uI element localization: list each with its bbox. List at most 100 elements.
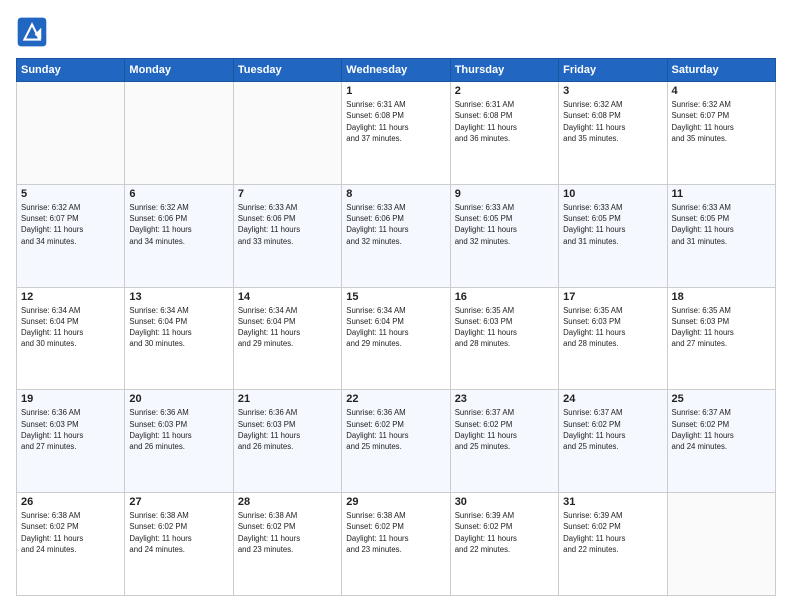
- calendar-cell: 21 Sunrise: 6:36 AMSunset: 6:03 PMDayligh…: [233, 390, 341, 493]
- day-content: Sunrise: 6:33 AMSunset: 6:06 PMDaylight:…: [346, 202, 445, 247]
- calendar-cell: 22 Sunrise: 6:36 AMSunset: 6:02 PMDayligh…: [342, 390, 450, 493]
- day-number: 30: [455, 496, 554, 508]
- calendar-cell: 31Sunrise: 6:39 AMSunset: 6:02 PMDayligh…: [559, 493, 667, 596]
- day-number: 27: [129, 496, 228, 508]
- day-number: 21: [238, 393, 337, 405]
- calendar-cell: 3 Sunrise: 6:32 AMSunset: 6:08 PMDaylight…: [559, 82, 667, 185]
- day-content: Sunrise: 6:36 AMSunset: 6:03 PMDaylight:…: [238, 407, 337, 452]
- day-content: Sunrise: 6:36 AMSunset: 6:02 PMDaylight:…: [346, 407, 445, 452]
- header-cell-tuesday: Tuesday: [233, 59, 341, 82]
- calendar-cell: 16 Sunrise: 6:35 AMSunset: 6:03 PMDayligh…: [450, 287, 558, 390]
- day-number: 19: [21, 393, 120, 405]
- calendar-cell: 4 Sunrise: 6:32 AMSunset: 6:07 PMDaylight…: [667, 82, 775, 185]
- calendar-cell: 6 Sunrise: 6:32 AMSunset: 6:06 PMDaylight…: [125, 184, 233, 287]
- day-content: Sunrise: 6:37 AMSunset: 6:02 PMDaylight:…: [672, 407, 771, 452]
- page: SundayMondayTuesdayWednesdayThursdayFrid…: [0, 0, 792, 612]
- day-content: Sunrise: 6:33 AMSunset: 6:06 PMDaylight:…: [238, 202, 337, 247]
- day-content: Sunrise: 6:36 AMSunset: 6:03 PMDaylight:…: [21, 407, 120, 452]
- day-number: 24: [563, 393, 662, 405]
- calendar-week-1: 1 Sunrise: 6:31 AMSunset: 6:08 PMDaylight…: [17, 82, 776, 185]
- day-content: Sunrise: 6:31 AMSunset: 6:08 PMDaylight:…: [455, 99, 554, 144]
- calendar-cell: 27 Sunrise: 6:38 AMSunset: 6:02 PMDayligh…: [125, 493, 233, 596]
- calendar-cell: 25 Sunrise: 6:37 AMSunset: 6:02 PMDayligh…: [667, 390, 775, 493]
- day-content: Sunrise: 6:38 AMSunset: 6:02 PMDaylight:…: [238, 510, 337, 555]
- day-number: 12: [21, 291, 120, 303]
- header-cell-friday: Friday: [559, 59, 667, 82]
- day-content: Sunrise: 6:37 AMSunset: 6:02 PMDaylight:…: [455, 407, 554, 452]
- day-number: 28: [238, 496, 337, 508]
- day-content: Sunrise: 6:32 AMSunset: 6:07 PMDaylight:…: [21, 202, 120, 247]
- calendar-cell: 15Sunrise: 6:34 AMSunset: 6:04 PMDayligh…: [342, 287, 450, 390]
- calendar-cell: 5 Sunrise: 6:32 AMSunset: 6:07 PMDaylight…: [17, 184, 125, 287]
- day-number: 16: [455, 291, 554, 303]
- day-content: Sunrise: 6:35 AMSunset: 6:03 PMDaylight:…: [563, 305, 662, 350]
- day-number: 22: [346, 393, 445, 405]
- calendar-cell: [125, 82, 233, 185]
- day-number: 14: [238, 291, 337, 303]
- header-cell-saturday: Saturday: [667, 59, 775, 82]
- calendar-cell: 28 Sunrise: 6:38 AMSunset: 6:02 PMDayligh…: [233, 493, 341, 596]
- header-cell-thursday: Thursday: [450, 59, 558, 82]
- day-number: 6: [129, 188, 228, 200]
- day-number: 4: [672, 85, 771, 97]
- header-cell-sunday: Sunday: [17, 59, 125, 82]
- day-number: 1: [346, 85, 445, 97]
- day-number: 10: [563, 188, 662, 200]
- day-number: 8: [346, 188, 445, 200]
- day-number: 20: [129, 393, 228, 405]
- day-content: Sunrise: 6:34 AMSunset: 6:04 PMDaylight:…: [129, 305, 228, 350]
- day-content: Sunrise: 6:38 AMSunset: 6:02 PMDaylight:…: [21, 510, 120, 555]
- day-content: Sunrise: 6:32 AMSunset: 6:08 PMDaylight:…: [563, 99, 662, 144]
- calendar-week-3: 12 Sunrise: 6:34 AMSunset: 6:04 PMDayligh…: [17, 287, 776, 390]
- calendar-cell: [17, 82, 125, 185]
- day-content: Sunrise: 6:37 AMSunset: 6:02 PMDaylight:…: [563, 407, 662, 452]
- logo: [16, 16, 50, 48]
- header-cell-monday: Monday: [125, 59, 233, 82]
- calendar-cell: 2 Sunrise: 6:31 AMSunset: 6:08 PMDaylight…: [450, 82, 558, 185]
- calendar-cell: 17 Sunrise: 6:35 AMSunset: 6:03 PMDayligh…: [559, 287, 667, 390]
- day-number: 17: [563, 291, 662, 303]
- day-content: Sunrise: 6:33 AMSunset: 6:05 PMDaylight:…: [672, 202, 771, 247]
- day-content: Sunrise: 6:38 AMSunset: 6:02 PMDaylight:…: [129, 510, 228, 555]
- day-number: 31: [563, 496, 662, 508]
- day-number: 29: [346, 496, 445, 508]
- calendar-week-5: 26 Sunrise: 6:38 AMSunset: 6:02 PMDayligh…: [17, 493, 776, 596]
- calendar-cell: 20 Sunrise: 6:36 AMSunset: 6:03 PMDayligh…: [125, 390, 233, 493]
- calendar-cell: 26 Sunrise: 6:38 AMSunset: 6:02 PMDayligh…: [17, 493, 125, 596]
- day-content: Sunrise: 6:39 AMSunset: 6:02 PMDaylight:…: [455, 510, 554, 555]
- logo-icon: [16, 16, 48, 48]
- day-number: 18: [672, 291, 771, 303]
- day-content: Sunrise: 6:33 AMSunset: 6:05 PMDaylight:…: [455, 202, 554, 247]
- day-number: 5: [21, 188, 120, 200]
- day-content: Sunrise: 6:36 AMSunset: 6:03 PMDaylight:…: [129, 407, 228, 452]
- calendar-week-4: 19 Sunrise: 6:36 AMSunset: 6:03 PMDayligh…: [17, 390, 776, 493]
- calendar-cell: 10 Sunrise: 6:33 AMSunset: 6:05 PMDayligh…: [559, 184, 667, 287]
- calendar-cell: 12 Sunrise: 6:34 AMSunset: 6:04 PMDayligh…: [17, 287, 125, 390]
- day-content: Sunrise: 6:34 AMSunset: 6:04 PMDaylight:…: [21, 305, 120, 350]
- day-content: Sunrise: 6:33 AMSunset: 6:05 PMDaylight:…: [563, 202, 662, 247]
- day-number: 2: [455, 85, 554, 97]
- day-content: Sunrise: 6:34 AMSunset: 6:04 PMDaylight:…: [346, 305, 445, 350]
- calendar-cell: 24 Sunrise: 6:37 AMSunset: 6:02 PMDayligh…: [559, 390, 667, 493]
- day-content: Sunrise: 6:35 AMSunset: 6:03 PMDaylight:…: [672, 305, 771, 350]
- calendar-table: SundayMondayTuesdayWednesdayThursdayFrid…: [16, 58, 776, 596]
- day-content: Sunrise: 6:38 AMSunset: 6:02 PMDaylight:…: [346, 510, 445, 555]
- day-number: 25: [672, 393, 771, 405]
- calendar-cell: 18 Sunrise: 6:35 AMSunset: 6:03 PMDayligh…: [667, 287, 775, 390]
- day-number: 23: [455, 393, 554, 405]
- calendar-cell: 9Sunrise: 6:33 AMSunset: 6:05 PMDaylight…: [450, 184, 558, 287]
- day-number: 3: [563, 85, 662, 97]
- calendar-cell: 1Sunrise: 6:31 AMSunset: 6:08 PMDaylight…: [342, 82, 450, 185]
- day-number: 26: [21, 496, 120, 508]
- calendar-header-row: SundayMondayTuesdayWednesdayThursdayFrid…: [17, 59, 776, 82]
- calendar-cell: [667, 493, 775, 596]
- calendar-cell: 23 Sunrise: 6:37 AMSunset: 6:02 PMDayligh…: [450, 390, 558, 493]
- calendar-cell: 29 Sunrise: 6:38 AMSunset: 6:02 PMDayligh…: [342, 493, 450, 596]
- calendar-cell: [233, 82, 341, 185]
- day-content: Sunrise: 6:35 AMSunset: 6:03 PMDaylight:…: [455, 305, 554, 350]
- calendar-cell: 30 Sunrise: 6:39 AMSunset: 6:02 PMDayligh…: [450, 493, 558, 596]
- calendar-week-2: 5 Sunrise: 6:32 AMSunset: 6:07 PMDaylight…: [17, 184, 776, 287]
- day-content: Sunrise: 6:34 AMSunset: 6:04 PMDaylight:…: [238, 305, 337, 350]
- day-content: Sunrise: 6:32 AMSunset: 6:06 PMDaylight:…: [129, 202, 228, 247]
- day-content: Sunrise: 6:32 AMSunset: 6:07 PMDaylight:…: [672, 99, 771, 144]
